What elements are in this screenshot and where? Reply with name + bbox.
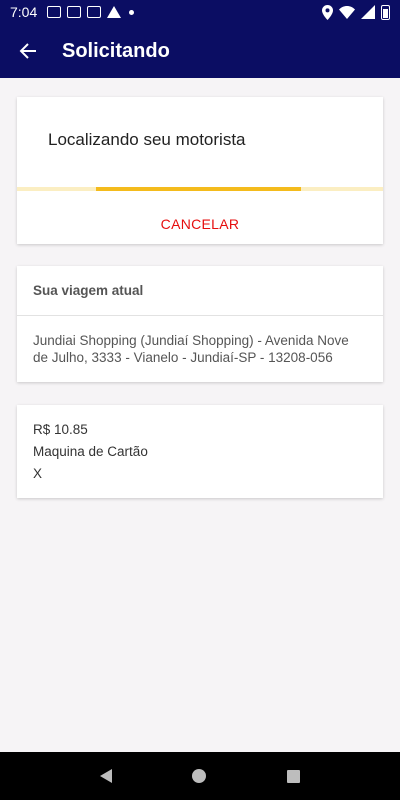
status-bar: 7:04 xyxy=(0,0,400,24)
status-time: 7:04 xyxy=(10,4,38,20)
back-button[interactable] xyxy=(8,31,48,71)
payment-extra: X xyxy=(33,466,43,481)
signal-icon xyxy=(361,5,375,19)
page-title: Solicitando xyxy=(62,39,170,62)
nav-back-icon[interactable] xyxy=(100,769,113,783)
current-trip-card: Sua viagem atual Jundiai Shopping (Jundi… xyxy=(17,266,383,382)
notification-icon xyxy=(67,6,82,18)
trip-price: R$ 10.85 xyxy=(33,422,88,437)
system-nav-bar xyxy=(0,752,400,800)
nav-home-icon[interactable] xyxy=(192,769,207,783)
trip-address: Jundiai Shopping (Jundiaí Shopping) - Av… xyxy=(33,333,349,365)
notification-icon xyxy=(47,6,62,18)
cancel-button[interactable]: CANCELAR xyxy=(17,203,383,244)
drive-icon xyxy=(107,6,122,18)
search-driver-card: Localizando seu motorista CANCELAR xyxy=(17,97,383,244)
wifi-icon xyxy=(339,5,355,19)
battery-icon xyxy=(381,4,390,20)
location-icon xyxy=(322,4,333,20)
payment-method: Maquina de Cartão xyxy=(33,444,148,459)
arrow-left-icon xyxy=(19,43,36,59)
current-trip-header: Sua viagem atual xyxy=(17,266,383,316)
gmail-icon xyxy=(87,6,102,18)
search-progress-bar xyxy=(17,187,383,191)
search-progress-fill xyxy=(96,187,301,191)
app-bar: Solicitando xyxy=(0,24,400,78)
payment-card: R$ 10.85 Maquina de Cartão X xyxy=(17,405,383,498)
search-driver-title: Localizando seu motorista xyxy=(48,130,246,149)
nav-recents-icon[interactable] xyxy=(286,769,300,783)
dot-icon xyxy=(129,9,135,15)
